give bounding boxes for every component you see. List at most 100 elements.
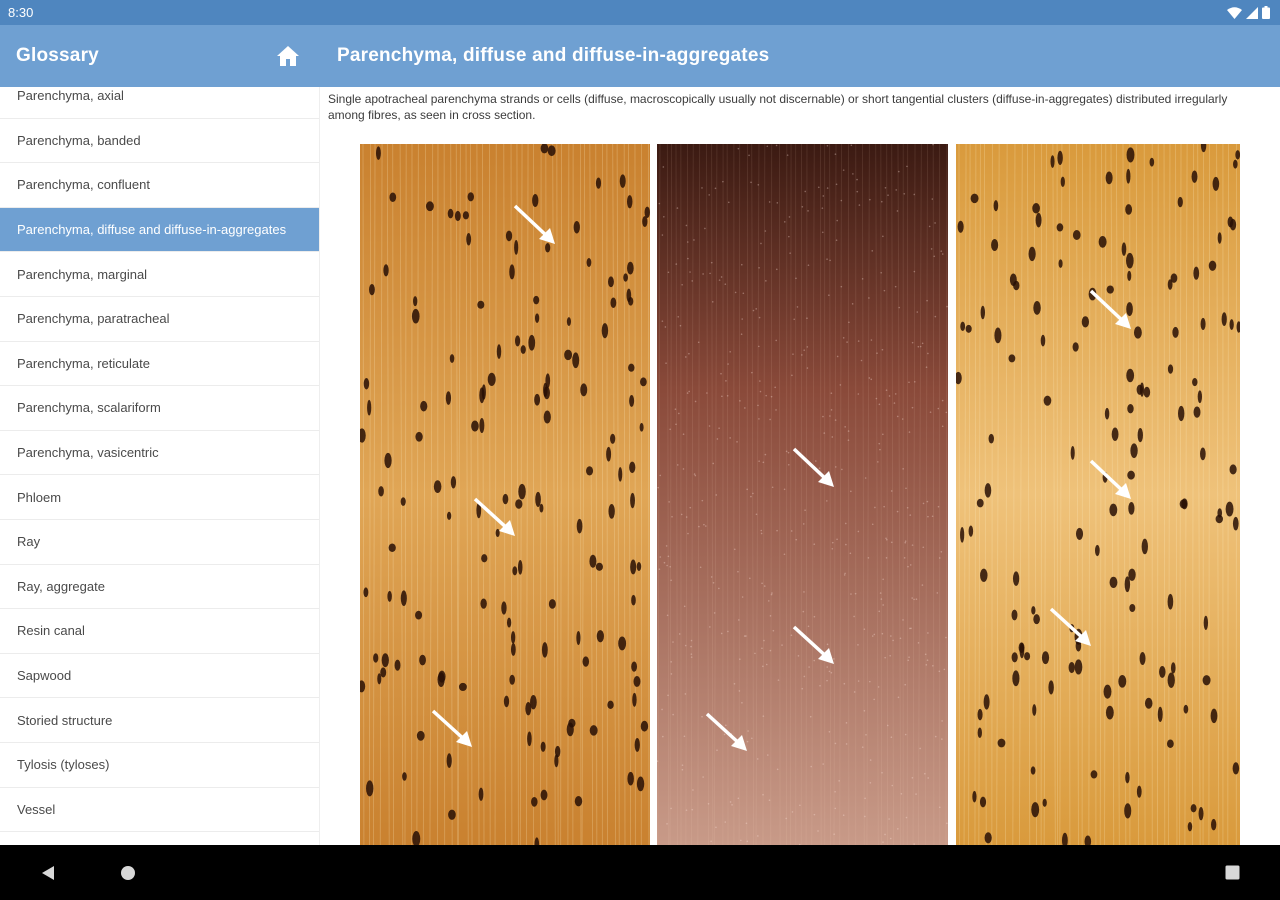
vessel-pore bbox=[477, 300, 485, 309]
sidebar-item[interactable]: Parenchyma, axial bbox=[0, 87, 319, 119]
vessel-pore bbox=[636, 776, 645, 792]
main-content: Single apotracheal parenchyma strands or… bbox=[320, 87, 1280, 845]
speckle bbox=[888, 395, 891, 397]
vessel-pore bbox=[1177, 196, 1183, 208]
speckle bbox=[833, 833, 835, 835]
speckle bbox=[927, 777, 930, 779]
nav-home-button[interactable] bbox=[98, 845, 158, 900]
speckle bbox=[921, 342, 924, 345]
speckle bbox=[741, 702, 743, 704]
vessel-pore bbox=[1104, 407, 1110, 420]
speckle bbox=[945, 411, 948, 414]
speckle bbox=[890, 541, 893, 544]
vessel-pore bbox=[1012, 571, 1020, 586]
speckle bbox=[856, 178, 858, 181]
speckle bbox=[934, 315, 937, 318]
speckle bbox=[789, 252, 791, 254]
speckle bbox=[738, 690, 741, 692]
sidebar-item[interactable]: Vessel bbox=[0, 788, 319, 833]
sidebar-item[interactable]: Parenchyma, vasicentric bbox=[0, 431, 319, 476]
speckle bbox=[740, 333, 743, 336]
speckle bbox=[729, 801, 732, 803]
speckle bbox=[688, 352, 690, 355]
speckle bbox=[813, 659, 816, 662]
speckle bbox=[809, 715, 812, 718]
sidebar-item[interactable]: Tylosis (tyloses) bbox=[0, 743, 319, 788]
recents-button[interactable] bbox=[1202, 845, 1262, 900]
speckle bbox=[906, 165, 908, 168]
sidebar-item[interactable]: Parenchyma, reticulate bbox=[0, 342, 319, 387]
glossary-sidebar[interactable]: Parenchyma, axial Parenchyma, banded Paren… bbox=[0, 87, 320, 845]
vessel-pore bbox=[574, 795, 583, 807]
speckle bbox=[882, 433, 884, 436]
speckle bbox=[729, 350, 731, 353]
speckle bbox=[847, 430, 850, 432]
speckle bbox=[659, 556, 662, 558]
speckle bbox=[667, 555, 670, 558]
speckle bbox=[826, 144, 829, 147]
vessel-pore bbox=[1170, 273, 1178, 283]
vessel-pore bbox=[601, 323, 609, 339]
sidebar-item[interactable]: Parenchyma, paratracheal bbox=[0, 297, 319, 342]
sidebar-item[interactable]: Resin canal bbox=[0, 609, 319, 654]
speckle bbox=[885, 389, 888, 391]
speckle bbox=[904, 733, 907, 736]
vessel-pore bbox=[496, 344, 502, 359]
speckle bbox=[885, 537, 887, 540]
home-button[interactable] bbox=[274, 42, 302, 70]
vessel-pore bbox=[640, 720, 649, 732]
vessel-pore bbox=[534, 313, 540, 323]
speckle bbox=[836, 538, 838, 541]
vessel-pore bbox=[495, 528, 500, 538]
sidebar-item-label: Vessel bbox=[17, 801, 56, 817]
sidebar-item[interactable]: Ray bbox=[0, 520, 319, 565]
sidebar-item-label: Ray bbox=[17, 534, 41, 550]
vessel-pore bbox=[988, 433, 994, 444]
speckle bbox=[884, 833, 886, 836]
vessel-pore bbox=[445, 391, 452, 405]
speckle bbox=[857, 644, 859, 646]
speckle bbox=[689, 271, 691, 273]
speckle bbox=[885, 538, 888, 541]
speckle bbox=[882, 578, 884, 581]
vessel-pore bbox=[381, 653, 389, 668]
wifi-icon bbox=[1227, 6, 1242, 19]
sidebar-item[interactable]: Phloem bbox=[0, 475, 319, 520]
speckle bbox=[817, 186, 820, 189]
vessel-pore bbox=[1229, 464, 1237, 475]
speckle bbox=[804, 190, 807, 193]
sidebar-item[interactable]: Parenchyma, marginal bbox=[0, 252, 319, 297]
speckle bbox=[725, 380, 727, 382]
speckle bbox=[926, 500, 929, 503]
speckle bbox=[769, 615, 772, 617]
speckle bbox=[941, 399, 944, 402]
speckle bbox=[922, 546, 925, 549]
sidebar-item[interactable]: Parenchyma, banded bbox=[0, 119, 319, 164]
speckle bbox=[840, 199, 843, 202]
speckle bbox=[742, 292, 745, 295]
speckle bbox=[684, 356, 687, 358]
speckle bbox=[746, 488, 748, 491]
speckle bbox=[857, 680, 860, 682]
vessel-pore bbox=[528, 334, 536, 351]
vessel-pore bbox=[1133, 326, 1142, 339]
sidebar-item[interactable]: Parenchyma, diffuse and diffuse-in-aggre… bbox=[0, 207, 319, 253]
sidebar-item[interactable]: Sapwood bbox=[0, 654, 319, 699]
speckle bbox=[772, 629, 775, 632]
sidebar-item[interactable]: Parenchyma, confluent bbox=[0, 163, 319, 208]
vessel-pore bbox=[1018, 642, 1025, 653]
speckle bbox=[709, 272, 711, 275]
vessel-pore bbox=[1126, 252, 1134, 269]
speckle bbox=[945, 636, 947, 639]
speckle bbox=[873, 698, 875, 701]
speckle bbox=[697, 341, 700, 344]
speckle bbox=[662, 166, 665, 168]
back-button[interactable] bbox=[18, 845, 78, 900]
sidebar-item[interactable]: Parenchyma, scalariform bbox=[0, 386, 319, 431]
sidebar-item[interactable]: Storied structure bbox=[0, 698, 319, 743]
vessel-pore bbox=[437, 672, 445, 687]
vessel-pore bbox=[1126, 368, 1135, 383]
sidebar-item[interactable]: Ray, aggregate bbox=[0, 565, 319, 610]
speckle bbox=[658, 202, 661, 205]
speckle bbox=[685, 809, 688, 811]
